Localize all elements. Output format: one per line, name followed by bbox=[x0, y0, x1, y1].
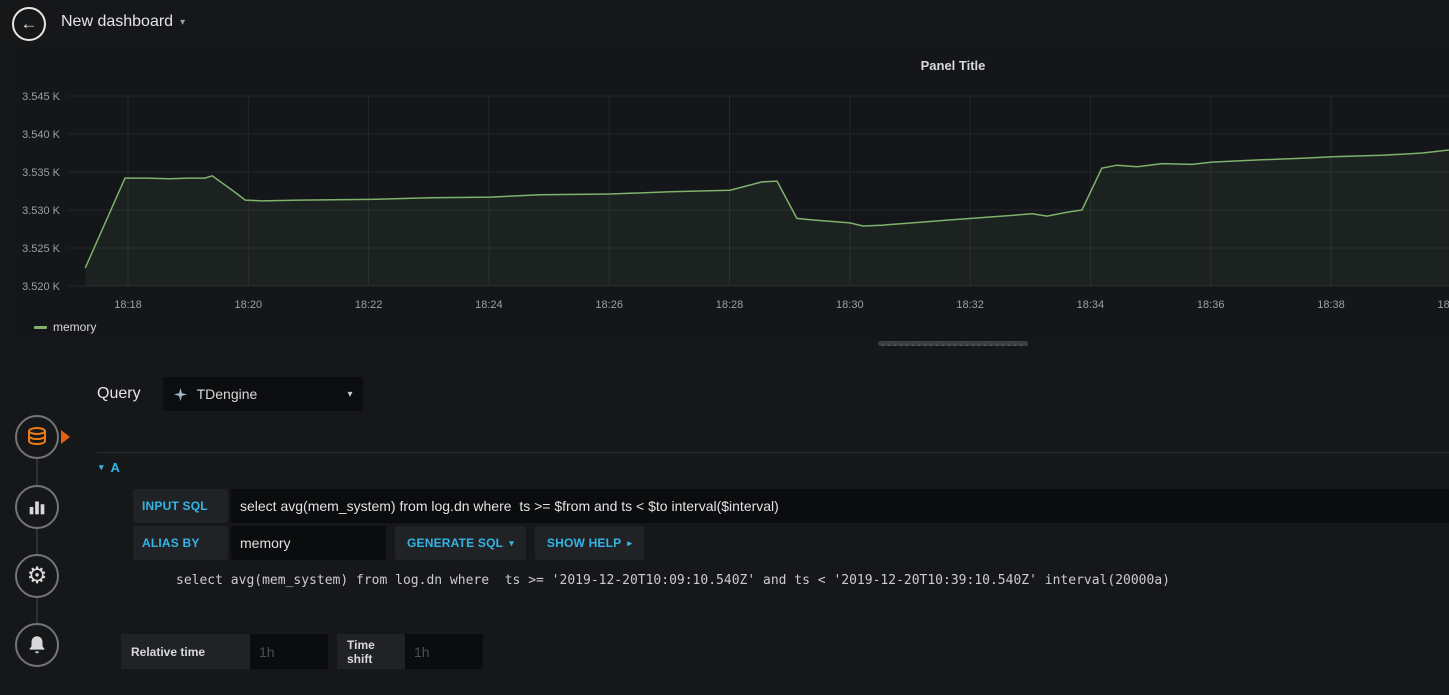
chevron-down-icon: ▾ bbox=[180, 16, 186, 28]
chevron-down-icon: ▾ bbox=[99, 461, 104, 472]
graph-panel: Panel Title 3.545 K 3.540 K 3.535 K 3.530 K… bbox=[10, 48, 1449, 340]
dashboard-title-text: New dashboard bbox=[61, 13, 174, 30]
svg-text:18:32: 18:32 bbox=[956, 299, 984, 311]
show-help-button[interactable]: SHOW HELP ▸ bbox=[534, 526, 645, 560]
query-header: Query TDengine ▾ bbox=[97, 377, 1449, 411]
tab-general[interactable]: ⚙ bbox=[15, 554, 59, 598]
tab-queries[interactable] bbox=[15, 415, 59, 459]
dashboard-title[interactable]: New dashboard ▾ bbox=[61, 13, 185, 31]
svg-text:18:38: 18:38 bbox=[1317, 299, 1345, 311]
generated-sql-text: select avg(mem_system) from log.dn where… bbox=[176, 573, 1170, 588]
svg-text:18:26: 18:26 bbox=[595, 299, 623, 311]
time-series-chart[interactable]: 3.545 K 3.540 K 3.535 K 3.530 K 3.525 K 3.520… bbox=[10, 86, 1449, 316]
svg-text:18:24: 18:24 bbox=[475, 299, 503, 311]
alias-by-field[interactable] bbox=[231, 526, 386, 560]
tdengine-logo-icon bbox=[173, 387, 187, 401]
svg-text:3.535 K: 3.535 K bbox=[22, 167, 61, 179]
query-editor: Query TDengine ▾ ▾ A INPUT SQL select av… bbox=[85, 360, 1449, 695]
query-collapse-toggle[interactable]: ▾ A bbox=[97, 453, 1449, 481]
query-ref-id: A bbox=[110, 459, 120, 475]
panel-resize-handle[interactable] bbox=[878, 341, 1028, 346]
back-button[interactable]: ← bbox=[12, 7, 46, 41]
relative-time-option: Relative time bbox=[121, 634, 328, 669]
arrow-left-icon: ← bbox=[20, 14, 38, 33]
bell-icon bbox=[29, 636, 45, 654]
legend-color-swatch bbox=[34, 325, 47, 329]
legend-series-memory[interactable]: memory bbox=[53, 320, 96, 334]
panel-title[interactable]: Panel Title bbox=[921, 58, 986, 73]
legend: memory bbox=[34, 320, 96, 334]
top-nav: ← New dashboard ▾ bbox=[0, 0, 1449, 48]
query-section-title: Query bbox=[97, 385, 141, 402]
datasource-name: TDengine bbox=[196, 386, 258, 402]
svg-text:3.525 K: 3.525 K bbox=[22, 243, 61, 255]
svg-text:18:36: 18:36 bbox=[1197, 299, 1225, 311]
query-row: ▾ A INPUT SQL select avg(mem_system) fro… bbox=[97, 452, 1449, 588]
time-shift-input[interactable] bbox=[405, 634, 483, 669]
chevron-down-icon: ▾ bbox=[509, 537, 514, 548]
chevron-right-icon: ▸ bbox=[627, 537, 633, 548]
svg-text:18:22: 18:22 bbox=[355, 299, 383, 311]
alias-by-row: ALIAS BY GENERATE SQL ▾ SHOW HELP ▸ bbox=[133, 526, 1449, 560]
query-fields: INPUT SQL select avg(mem_system) from lo… bbox=[133, 489, 1449, 588]
editor-tabs-connector bbox=[36, 437, 38, 645]
tab-alert[interactable] bbox=[15, 623, 59, 667]
svg-text:18:40: 18:40 bbox=[1438, 299, 1449, 311]
generate-sql-button[interactable]: GENERATE SQL ▾ bbox=[395, 526, 526, 560]
svg-text:3.530 K: 3.530 K bbox=[22, 205, 61, 217]
generate-sql-label: GENERATE SQL bbox=[407, 536, 504, 550]
svg-text:18:28: 18:28 bbox=[716, 299, 744, 311]
svg-text:3.545 K: 3.545 K bbox=[22, 91, 61, 103]
input-sql-field[interactable]: select avg(mem_system) from log.dn where… bbox=[231, 489, 1449, 523]
tab-visualization[interactable] bbox=[15, 485, 59, 529]
time-shift-option: Time shift bbox=[337, 634, 483, 669]
input-sql-label: INPUT SQL bbox=[133, 489, 228, 523]
datasource-picker[interactable]: TDengine ▾ bbox=[162, 377, 363, 411]
chevron-down-icon: ▾ bbox=[347, 388, 353, 400]
alias-by-label: ALIAS BY bbox=[133, 526, 228, 560]
input-sql-row: INPUT SQL select avg(mem_system) from lo… bbox=[133, 489, 1449, 523]
svg-text:18:20: 18:20 bbox=[235, 299, 263, 311]
grafana-app: ← New dashboard ▾ Panel Title 3.545 K 3.5… bbox=[0, 0, 1449, 695]
bar-chart-icon bbox=[29, 501, 45, 515]
gear-icon: ⚙ bbox=[26, 562, 48, 589]
time-shift-label: Time shift bbox=[337, 634, 405, 669]
svg-text:18:30: 18:30 bbox=[836, 299, 864, 311]
time-options: Relative time Time shift bbox=[121, 634, 1449, 669]
database-icon bbox=[28, 427, 46, 446]
relative-time-input[interactable] bbox=[250, 634, 328, 669]
svg-text:18:34: 18:34 bbox=[1077, 299, 1105, 311]
relative-time-label: Relative time bbox=[121, 634, 250, 669]
svg-text:18:18: 18:18 bbox=[114, 299, 142, 311]
svg-text:3.520 K: 3.520 K bbox=[22, 281, 61, 293]
active-tab-arrow-icon bbox=[61, 430, 70, 444]
svg-text:3.540 K: 3.540 K bbox=[22, 129, 61, 141]
show-help-label: SHOW HELP bbox=[546, 536, 622, 550]
